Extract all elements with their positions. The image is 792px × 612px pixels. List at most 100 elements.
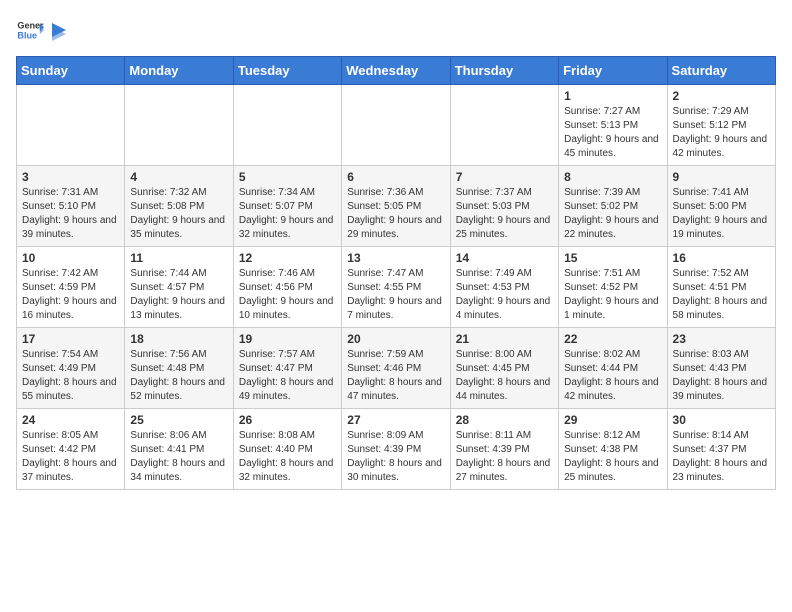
day-number: 10 xyxy=(22,251,119,265)
calendar-week-row: 24 Sunrise: 8:05 AM Sunset: 4:42 PM Dayli… xyxy=(17,409,776,490)
day-number: 7 xyxy=(456,170,553,184)
calendar-table: SundayMondayTuesdayWednesdayThursdayFrid… xyxy=(16,56,776,490)
day-info: Sunrise: 7:47 AM Sunset: 4:55 PM Dayligh… xyxy=(347,267,444,323)
calendar-cell xyxy=(342,85,450,166)
calendar-cell: 27 Sunrise: 8:09 AM Sunset: 4:39 PM Dayli… xyxy=(342,409,450,490)
calendar-cell: 29 Sunrise: 8:12 AM Sunset: 4:38 PM Dayli… xyxy=(559,409,667,490)
day-info: Sunrise: 7:52 AM Sunset: 4:51 PM Dayligh… xyxy=(673,267,770,323)
calendar-header-monday: Monday xyxy=(125,57,233,85)
calendar-cell: 8 Sunrise: 7:39 AM Sunset: 5:02 PM Daylig… xyxy=(559,166,667,247)
calendar-cell: 4 Sunrise: 7:32 AM Sunset: 5:08 PM Daylig… xyxy=(125,166,233,247)
calendar-header-thursday: Thursday xyxy=(450,57,558,85)
day-info: Sunrise: 8:03 AM Sunset: 4:43 PM Dayligh… xyxy=(673,348,770,404)
calendar-cell: 17 Sunrise: 7:54 AM Sunset: 4:49 PM Dayli… xyxy=(17,328,125,409)
day-number: 29 xyxy=(564,413,661,427)
day-number: 21 xyxy=(456,332,553,346)
day-info: Sunrise: 7:44 AM Sunset: 4:57 PM Dayligh… xyxy=(130,267,227,323)
day-info: Sunrise: 8:12 AM Sunset: 4:38 PM Dayligh… xyxy=(564,429,661,485)
calendar-cell: 14Sunrise: 7:49 AM Sunset: 4:53 PM Dayli… xyxy=(450,247,558,328)
day-number: 27 xyxy=(347,413,444,427)
calendar-cell: 21 Sunrise: 8:00 AM Sunset: 4:45 PM Dayli… xyxy=(450,328,558,409)
day-number: 30 xyxy=(673,413,770,427)
svg-text:Blue: Blue xyxy=(17,30,37,40)
calendar-cell: 22 Sunrise: 8:02 AM Sunset: 4:44 PM Dayli… xyxy=(559,328,667,409)
calendar-cell: 6 Sunrise: 7:36 AM Sunset: 5:05 PM Daylig… xyxy=(342,166,450,247)
calendar-header-sunday: Sunday xyxy=(17,57,125,85)
calendar-cell: 13 Sunrise: 7:47 AM Sunset: 4:55 PM Dayli… xyxy=(342,247,450,328)
day-info: Sunrise: 7:51 AM Sunset: 4:52 PM Dayligh… xyxy=(564,267,661,323)
calendar-cell: 30 Sunrise: 8:14 AM Sunset: 4:37 PM Dayli… xyxy=(667,409,775,490)
day-info: Sunrise: 8:05 AM Sunset: 4:42 PM Dayligh… xyxy=(22,429,119,485)
day-info: Sunrise: 7:31 AM Sunset: 5:10 PM Dayligh… xyxy=(22,186,119,242)
calendar-cell xyxy=(233,85,341,166)
calendar-cell: 10 Sunrise: 7:42 AM Sunset: 4:59 PM Dayli… xyxy=(17,247,125,328)
calendar-cell: 25 Sunrise: 8:06 AM Sunset: 4:41 PM Dayli… xyxy=(125,409,233,490)
day-number: 20 xyxy=(347,332,444,346)
day-info: Sunrise: 7:27 AM Sunset: 5:13 PM Dayligh… xyxy=(564,105,661,161)
day-number: 26 xyxy=(239,413,336,427)
day-number: 25 xyxy=(130,413,227,427)
calendar-cell: 24 Sunrise: 8:05 AM Sunset: 4:42 PM Dayli… xyxy=(17,409,125,490)
day-number: 9 xyxy=(673,170,770,184)
day-number: 23 xyxy=(673,332,770,346)
day-info: Sunrise: 7:49 AM Sunset: 4:53 PM Dayligh… xyxy=(456,267,553,323)
day-info: Sunrise: 7:37 AM Sunset: 5:03 PM Dayligh… xyxy=(456,186,553,242)
day-number: 2 xyxy=(673,89,770,103)
calendar-cell: 15 Sunrise: 7:51 AM Sunset: 4:52 PM Dayli… xyxy=(559,247,667,328)
day-info: Sunrise: 7:32 AM Sunset: 5:08 PM Dayligh… xyxy=(130,186,227,242)
calendar-cell: 26 Sunrise: 8:08 AM Sunset: 4:40 PM Dayli… xyxy=(233,409,341,490)
calendar-header-row: SundayMondayTuesdayWednesdayThursdayFrid… xyxy=(17,57,776,85)
logo-icon: General Blue xyxy=(16,16,44,44)
calendar-week-row: 10 Sunrise: 7:42 AM Sunset: 4:59 PM Dayli… xyxy=(17,247,776,328)
calendar-cell: 16 Sunrise: 7:52 AM Sunset: 4:51 PM Dayli… xyxy=(667,247,775,328)
day-number: 28 xyxy=(456,413,553,427)
calendar-cell: 20 Sunrise: 7:59 AM Sunset: 4:46 PM Dayli… xyxy=(342,328,450,409)
day-number: 16 xyxy=(673,251,770,265)
day-number: 13 xyxy=(347,251,444,265)
day-number: 24 xyxy=(22,413,119,427)
day-number: 4 xyxy=(130,170,227,184)
day-info: Sunrise: 7:34 AM Sunset: 5:07 PM Dayligh… xyxy=(239,186,336,242)
day-info: Sunrise: 7:54 AM Sunset: 4:49 PM Dayligh… xyxy=(22,348,119,404)
day-info: Sunrise: 8:09 AM Sunset: 4:39 PM Dayligh… xyxy=(347,429,444,485)
logo: General Blue xyxy=(16,16,66,44)
calendar-cell xyxy=(450,85,558,166)
calendar-header-tuesday: Tuesday xyxy=(233,57,341,85)
day-info: Sunrise: 8:00 AM Sunset: 4:45 PM Dayligh… xyxy=(456,348,553,404)
day-info: Sunrise: 8:14 AM Sunset: 4:37 PM Dayligh… xyxy=(673,429,770,485)
day-info: Sunrise: 7:57 AM Sunset: 4:47 PM Dayligh… xyxy=(239,348,336,404)
calendar-cell: 3 Sunrise: 7:31 AM Sunset: 5:10 PM Daylig… xyxy=(17,166,125,247)
day-number: 18 xyxy=(130,332,227,346)
calendar-cell: 2Sunrise: 7:29 AM Sunset: 5:12 PM Daylig… xyxy=(667,85,775,166)
day-info: Sunrise: 7:41 AM Sunset: 5:00 PM Dayligh… xyxy=(673,186,770,242)
calendar-week-row: 1 Sunrise: 7:27 AM Sunset: 5:13 PM Daylig… xyxy=(17,85,776,166)
day-number: 17 xyxy=(22,332,119,346)
logo-arrow-icon xyxy=(48,19,66,41)
day-info: Sunrise: 7:39 AM Sunset: 5:02 PM Dayligh… xyxy=(564,186,661,242)
calendar-header-wednesday: Wednesday xyxy=(342,57,450,85)
day-info: Sunrise: 7:42 AM Sunset: 4:59 PM Dayligh… xyxy=(22,267,119,323)
calendar-cell xyxy=(125,85,233,166)
calendar-cell: 5Sunrise: 7:34 AM Sunset: 5:07 PM Daylig… xyxy=(233,166,341,247)
day-info: Sunrise: 7:59 AM Sunset: 4:46 PM Dayligh… xyxy=(347,348,444,404)
day-number: 12 xyxy=(239,251,336,265)
day-info: Sunrise: 8:11 AM Sunset: 4:39 PM Dayligh… xyxy=(456,429,553,485)
day-number: 3 xyxy=(22,170,119,184)
day-number: 15 xyxy=(564,251,661,265)
calendar-cell: 12Sunrise: 7:46 AM Sunset: 4:56 PM Dayli… xyxy=(233,247,341,328)
calendar-week-row: 17 Sunrise: 7:54 AM Sunset: 4:49 PM Dayli… xyxy=(17,328,776,409)
day-number: 22 xyxy=(564,332,661,346)
header: General Blue xyxy=(16,16,776,44)
calendar-cell: 18 Sunrise: 7:56 AM Sunset: 4:48 PM Dayli… xyxy=(125,328,233,409)
calendar-cell: 28 Sunrise: 8:11 AM Sunset: 4:39 PM Dayli… xyxy=(450,409,558,490)
day-info: Sunrise: 7:56 AM Sunset: 4:48 PM Dayligh… xyxy=(130,348,227,404)
day-info: Sunrise: 8:08 AM Sunset: 4:40 PM Dayligh… xyxy=(239,429,336,485)
day-number: 8 xyxy=(564,170,661,184)
day-info: Sunrise: 8:06 AM Sunset: 4:41 PM Dayligh… xyxy=(130,429,227,485)
calendar-cell: 11Sunrise: 7:44 AM Sunset: 4:57 PM Dayli… xyxy=(125,247,233,328)
day-number: 6 xyxy=(347,170,444,184)
calendar-header-saturday: Saturday xyxy=(667,57,775,85)
day-number: 1 xyxy=(564,89,661,103)
day-info: Sunrise: 7:36 AM Sunset: 5:05 PM Dayligh… xyxy=(347,186,444,242)
day-info: Sunrise: 8:02 AM Sunset: 4:44 PM Dayligh… xyxy=(564,348,661,404)
